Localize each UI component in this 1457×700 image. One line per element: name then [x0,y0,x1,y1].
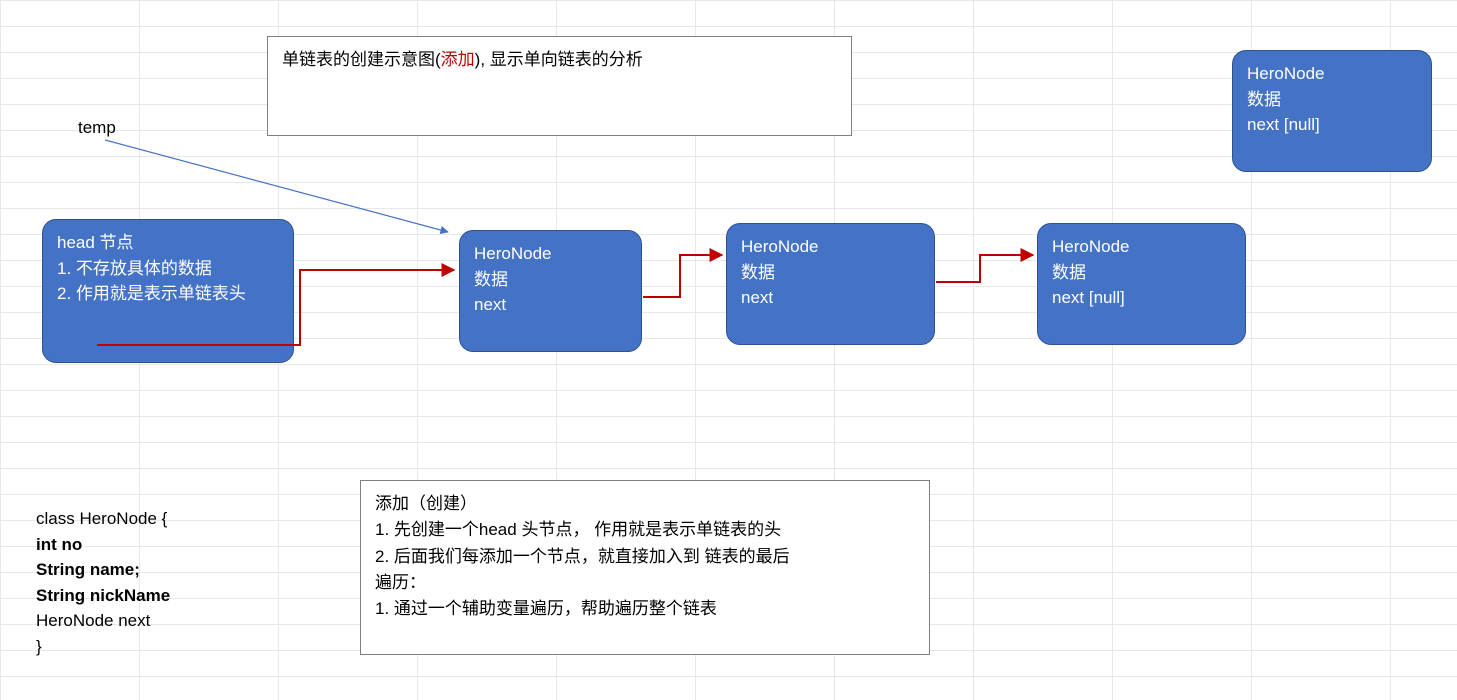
temp-label: temp [78,115,116,141]
node-3-l3: next [null] [1052,285,1231,311]
class-code-l5: HeroNode next [36,608,170,634]
node-3: HeroNode 数据 next [null] [1037,223,1246,345]
title-box: 单链表的创建示意图(添加), 显示单向链表的分析 [267,36,852,136]
node-head-l1: head 节点 [57,230,279,256]
algo-l4: 遍历： [375,570,915,596]
node-1: HeroNode 数据 next [459,230,642,352]
node-head-l3: 2. 作用就是表示单链表头 [57,281,279,307]
class-code: class HeroNode { int no String name; Str… [36,506,170,659]
algo-l3: 2. 后面我们每添加一个节点，就直接加入到 链表的最后 [375,544,915,570]
node-2-l2: 数据 [741,260,920,286]
node-1-l3: next [474,292,627,318]
node-floating-l3: next [null] [1247,112,1417,138]
node-2: HeroNode 数据 next [726,223,935,345]
class-code-l4: String nickName [36,583,170,609]
node-1-l1: HeroNode [474,241,627,267]
algo-l5: 1. 通过一个辅助变量遍历，帮助遍历整个链表 [375,596,915,622]
node-2-l3: next [741,285,920,311]
class-code-l1: class HeroNode { [36,506,170,532]
node-floating: HeroNode 数据 next [null] [1232,50,1432,172]
node-floating-l1: HeroNode [1247,61,1417,87]
class-code-l2: int no [36,532,170,558]
node-floating-l2: 数据 [1247,87,1417,113]
node-3-l1: HeroNode [1052,234,1231,260]
algo-l2: 1. 先创建一个head 头节点， 作用就是表示单链表的头 [375,517,915,543]
node-3-l2: 数据 [1052,260,1231,286]
node-2-l1: HeroNode [741,234,920,260]
arrow-n2-to-n3 [936,255,1033,282]
title-highlight: 添加 [441,50,475,69]
arrow-n1-to-n2 [643,255,722,297]
title-pre: 单链表的创建示意图( [282,50,441,69]
class-code-l6: } [36,634,170,660]
node-1-l2: 数据 [474,267,627,293]
node-head-l2: 1. 不存放具体的数据 [57,256,279,282]
class-code-l3: String name; [36,557,170,583]
node-head: head 节点 1. 不存放具体的数据 2. 作用就是表示单链表头 [42,219,294,363]
title-post: ), 显示单向链表的分析 [475,50,643,69]
algorithm-box: 添加（创建） 1. 先创建一个head 头节点， 作用就是表示单链表的头 2. … [360,480,930,655]
algo-l1: 添加（创建） [375,491,915,517]
